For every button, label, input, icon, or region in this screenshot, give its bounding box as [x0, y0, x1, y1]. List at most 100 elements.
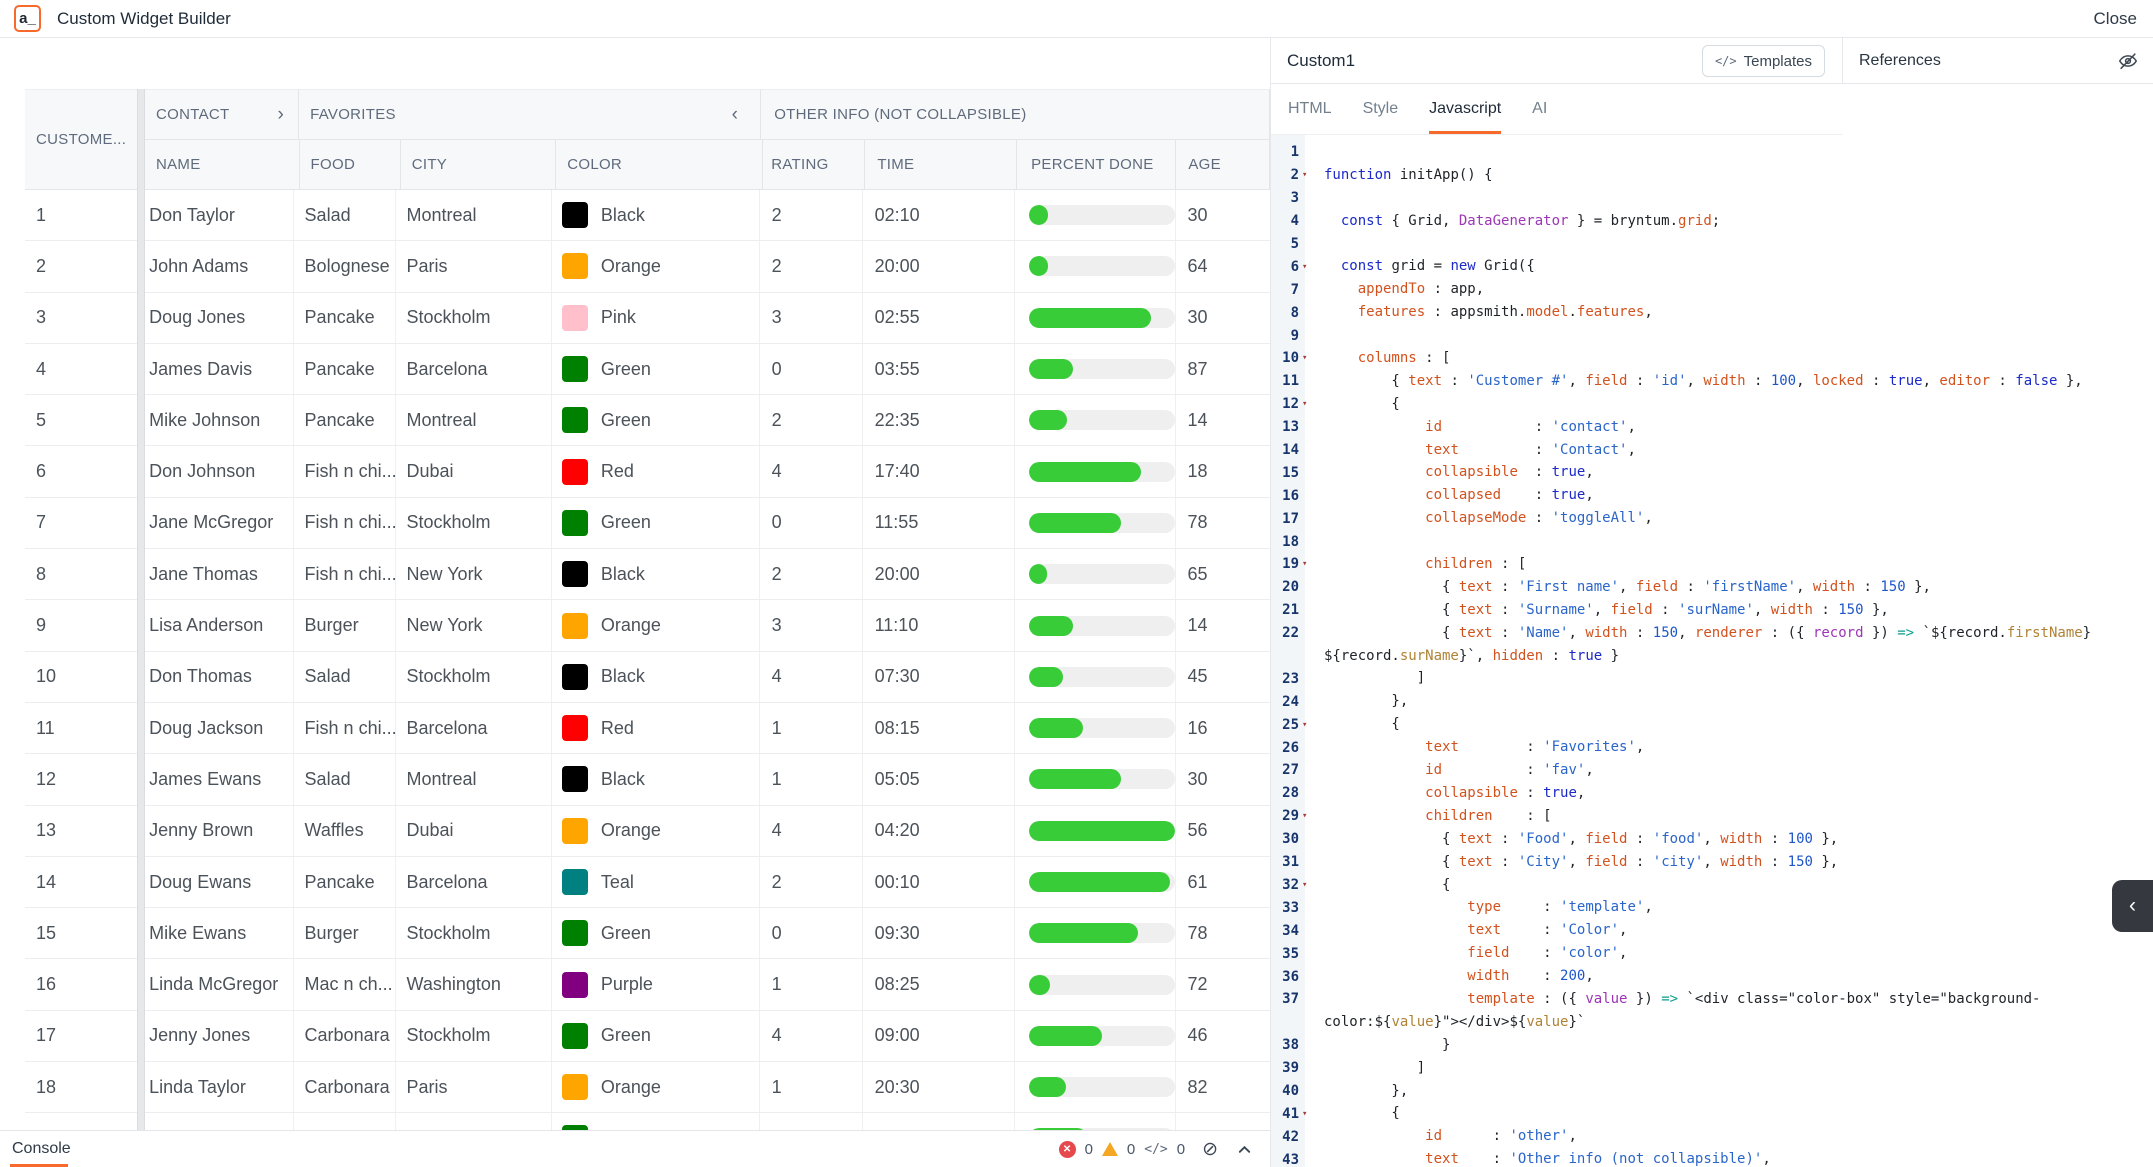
column-header-time[interactable]: TIME [865, 140, 1017, 190]
cell-color[interactable]: Teal [552, 857, 760, 907]
locked-column-splitter[interactable] [137, 89, 145, 1130]
table-row[interactable]: 7Jane McGregorFish n chi...StockholmGree… [25, 498, 1270, 549]
cell-percent-done[interactable] [1015, 703, 1175, 753]
cell-food[interactable]: Pancake [294, 293, 396, 343]
cell-color[interactable]: Green [552, 908, 760, 958]
cell-name[interactable]: Doug Ewans [138, 857, 293, 907]
cell-rating[interactable]: 2 [760, 549, 863, 599]
tab-html[interactable]: HTML [1288, 84, 1332, 134]
cell-name[interactable]: Linda Taylor [138, 1062, 293, 1112]
cell-food[interactable]: Pancake [294, 344, 396, 394]
cell-city[interactable]: New York [396, 600, 552, 650]
fold-arrow-icon[interactable]: ▾ [1299, 170, 1324, 180]
code-line[interactable]: ${record.surName}`, hidden : true } [1271, 645, 2153, 668]
cell-customer-number[interactable]: 1 [25, 190, 131, 240]
cell-time[interactable]: 02:10 [863, 190, 1016, 240]
code-line[interactable]: 35 field : 'color', [1271, 942, 2153, 965]
table-row[interactable]: 5Mike JohnsonPancakeMontrealGreen222:351… [25, 395, 1270, 446]
cell-rating[interactable]: 1 [760, 754, 863, 804]
cell-color[interactable]: Green [552, 1011, 760, 1061]
cell-name[interactable]: James Ewans [138, 754, 293, 804]
tab-ai[interactable]: AI [1532, 84, 1547, 134]
table-row[interactable]: 19Daniel WilsonFish n chi...ParisGreen00… [25, 1113, 1270, 1130]
warning-icon[interactable] [1102, 1142, 1118, 1156]
cell-time[interactable]: 04:20 [863, 806, 1016, 856]
cell-color[interactable]: Orange [552, 1062, 760, 1112]
cell-name[interactable]: Don Johnson [138, 446, 293, 496]
cell-name[interactable]: Don Thomas [138, 652, 293, 702]
cell-color[interactable]: Green [552, 1113, 760, 1130]
cell-age[interactable]: 56 [1176, 806, 1270, 856]
cell-name[interactable]: Mike Johnson [138, 395, 293, 445]
cell-name[interactable]: Doug Jackson [138, 703, 293, 753]
cell-food[interactable]: Mac n ch... [294, 959, 396, 1009]
clear-console-icon[interactable]: ⊘ [1202, 1140, 1218, 1159]
close-button[interactable]: Close [2094, 9, 2137, 29]
code-line[interactable]: 25▾ { [1271, 713, 2153, 736]
cell-city[interactable]: Paris [396, 1062, 552, 1112]
code-line[interactable]: 32▾ { [1271, 874, 2153, 897]
table-row[interactable]: 3Doug JonesPancakeStockholmPink302:5530 [25, 293, 1270, 344]
code-line[interactable]: 9 [1271, 324, 2153, 347]
column-header-color[interactable]: COLOR [556, 140, 763, 190]
cell-age[interactable]: 72 [1176, 959, 1270, 1009]
code-line[interactable]: 36 width : 200, [1271, 965, 2153, 988]
table-row[interactable]: 10Don ThomasSaladStockholmBlack407:3045 [25, 652, 1270, 703]
cell-color[interactable]: Orange [552, 806, 760, 856]
cell-age[interactable]: 87 [1176, 344, 1270, 394]
table-row[interactable]: 15Mike EwansBurgerStockholmGreen009:3078 [25, 908, 1270, 959]
cell-city[interactable]: Barcelona [396, 703, 552, 753]
column-header-city[interactable]: CITY [401, 140, 556, 190]
cell-age[interactable]: 16 [1176, 703, 1270, 753]
cell-food[interactable]: Fish n chi... [294, 1113, 396, 1130]
column-header-rating[interactable]: RATING [763, 140, 865, 190]
table-row[interactable]: 1Don TaylorSaladMontrealBlack202:1030 [25, 190, 1270, 241]
code-line[interactable]: 17 collapseMode : 'toggleAll', [1271, 507, 2153, 530]
tab-javascript[interactable]: Javascript [1429, 84, 1501, 134]
code-line[interactable]: 24 }, [1271, 690, 2153, 713]
column-header-percent-done[interactable]: PERCENT DONE [1017, 140, 1176, 190]
cell-rating[interactable]: 4 [760, 446, 863, 496]
table-row[interactable]: 12James EwansSaladMontrealBlack105:0530 [25, 754, 1270, 805]
cell-time[interactable]: 20:00 [863, 549, 1016, 599]
fold-arrow-icon[interactable]: ▾ [1299, 1109, 1324, 1119]
cell-time[interactable]: 04:50 [863, 1113, 1016, 1130]
cell-city[interactable]: Stockholm [396, 293, 552, 343]
cell-age[interactable]: 30 [1176, 1113, 1270, 1130]
cell-percent-done[interactable] [1015, 446, 1175, 496]
code-line[interactable]: 1 [1271, 141, 2153, 164]
cell-rating[interactable]: 4 [760, 1011, 863, 1061]
table-row[interactable]: 4James DavisPancakeBarcelonaGreen003:558… [25, 344, 1270, 395]
error-icon[interactable]: ✕ [1059, 1141, 1076, 1158]
cell-color[interactable]: Black [552, 652, 760, 702]
cell-food[interactable]: Fish n chi... [294, 498, 396, 548]
cell-time[interactable]: 09:00 [863, 1011, 1016, 1061]
cell-city[interactable]: Dubai [396, 806, 552, 856]
cell-name[interactable]: Jane McGregor [138, 498, 293, 548]
cell-time[interactable]: 17:40 [863, 446, 1016, 496]
cell-food[interactable]: Fish n chi... [294, 549, 396, 599]
cell-city[interactable]: Stockholm [396, 498, 552, 548]
cell-percent-done[interactable] [1015, 241, 1175, 291]
cell-customer-number[interactable]: 9 [25, 600, 131, 650]
cell-time[interactable]: 00:10 [863, 857, 1016, 907]
code-line[interactable]: 39 ] [1271, 1057, 2153, 1080]
column-header-age[interactable]: AGE [1176, 140, 1270, 190]
code-line[interactable]: 11 { text : 'Customer #', field : 'id', … [1271, 370, 2153, 393]
code-line[interactable]: 8 features : appsmith.model.features, [1271, 301, 2153, 324]
cell-customer-number[interactable]: 6 [25, 446, 131, 496]
cell-city[interactable]: Montreal [396, 395, 552, 445]
cell-color[interactable]: Red [552, 703, 760, 753]
code-line[interactable]: 2▾function initApp() { [1271, 164, 2153, 187]
code-line[interactable]: 26 text : 'Favorites', [1271, 736, 2153, 759]
cell-percent-done[interactable] [1015, 857, 1175, 907]
cell-city[interactable]: Paris [396, 241, 552, 291]
cell-food[interactable]: Fish n chi... [294, 446, 396, 496]
cell-time[interactable]: 20:00 [863, 241, 1016, 291]
table-row[interactable]: 9Lisa AndersonBurgerNew YorkOrange311:10… [25, 600, 1270, 651]
code-line[interactable]: 27 id : 'fav', [1271, 759, 2153, 782]
cell-food[interactable]: Waffles [294, 806, 396, 856]
cell-customer-number[interactable]: 15 [25, 908, 131, 958]
code-line[interactable]: 5 [1271, 233, 2153, 256]
cell-name[interactable]: Daniel Wilson [138, 1113, 293, 1130]
